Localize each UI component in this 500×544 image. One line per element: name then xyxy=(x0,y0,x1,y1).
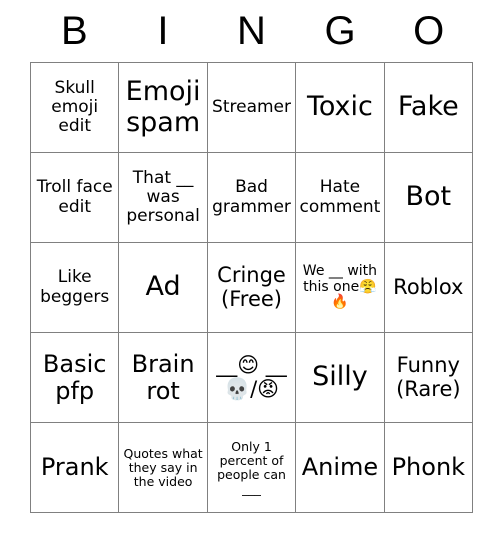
bingo-cell-b4-label: Basic pfp xyxy=(42,349,107,405)
bingo-cell-o5-label: Phonk xyxy=(391,453,466,482)
bingo-cell-i2-label: That __ was personal xyxy=(126,167,200,227)
bingo-cell-n4-label: __😊 __💀/😡 xyxy=(216,352,287,401)
bingo-cell-g2[interactable]: Hate comment xyxy=(296,153,385,243)
bingo-cell-n3-label: Cringe (Free) xyxy=(217,262,286,311)
bingo-cell-o2-label: Bot xyxy=(405,181,452,213)
bingo-cell-o3-label: Roblox xyxy=(393,274,464,299)
bingo-cell-g5-label: Anime xyxy=(301,453,379,482)
bingo-cell-b2[interactable]: Troll face edit xyxy=(31,153,120,243)
bingo-header-letter-g: G xyxy=(324,9,356,53)
bingo-grid: Skull emoji edit Emoji spam Streamer Tox… xyxy=(30,62,474,513)
bingo-cell-i3-label: Ad xyxy=(145,271,181,303)
bingo-row-4: Basic pfp Brain rot __😊 __💀/😡 Silly Funn… xyxy=(31,333,474,423)
bingo-header-letter-b: B xyxy=(60,9,88,53)
bingo-cell-i2[interactable]: That __ was personal xyxy=(119,153,208,243)
bingo-row-1: Skull emoji edit Emoji spam Streamer Tox… xyxy=(31,63,474,153)
bingo-cell-n2[interactable]: Bad grammer xyxy=(207,153,297,243)
bingo-cell-o2[interactable]: Bot xyxy=(384,153,474,243)
bingo-cell-i5-label: Quotes what they say in the video xyxy=(123,445,203,489)
bingo-cell-o1-label: Fake xyxy=(397,91,459,123)
bingo-cell-o4-label: Funny (Rare) xyxy=(396,352,461,401)
bingo-header-row: B I N G O xyxy=(30,0,473,62)
bingo-cell-n1[interactable]: Streamer xyxy=(207,63,297,153)
bingo-cell-n1-label: Streamer xyxy=(212,96,291,117)
bingo-cell-b5-label: Prank xyxy=(40,453,109,482)
bingo-cell-g5[interactable]: Anime xyxy=(296,423,385,513)
bingo-cell-o5[interactable]: Phonk xyxy=(384,423,474,513)
bingo-cell-o3[interactable]: Roblox xyxy=(384,243,474,333)
bingo-cell-g4[interactable]: Silly xyxy=(296,333,385,423)
bingo-cell-n4[interactable]: __😊 __💀/😡 xyxy=(207,333,297,423)
bingo-cell-n5[interactable]: Only 1 percent of people can ___ xyxy=(207,423,297,513)
bingo-cell-b4[interactable]: Basic pfp xyxy=(31,333,120,423)
bingo-cell-i5[interactable]: Quotes what they say in the video xyxy=(119,423,208,513)
bingo-header-letter-o: O xyxy=(413,9,445,53)
bingo-cell-g1[interactable]: Toxic xyxy=(296,63,385,153)
bingo-cell-g2-label: Hate comment xyxy=(299,177,381,217)
bingo-cell-g4-label: Silly xyxy=(312,361,368,393)
bingo-cell-n3[interactable]: Cringe (Free) xyxy=(207,243,297,333)
bingo-cell-g3-label: We __ with this one😤🔥 xyxy=(302,262,378,311)
bingo-cell-i1[interactable]: Emoji spam xyxy=(119,63,208,153)
bingo-cell-g1-label: Toxic xyxy=(306,91,373,123)
bingo-card: B I N G O Skull emoji edit Emoji spam St… xyxy=(0,0,500,544)
bingo-cell-i4-label: Brain rot xyxy=(131,349,195,405)
bingo-cell-n5-label: Only 1 percent of people can ___ xyxy=(217,438,286,496)
bingo-cell-b1-label: Skull emoji edit xyxy=(51,77,99,137)
bingo-cell-i1-label: Emoji spam xyxy=(125,76,201,138)
bingo-row-2: Troll face edit That __ was personal Bad… xyxy=(31,153,474,243)
bingo-cell-g3[interactable]: We __ with this one😤🔥 xyxy=(296,243,385,333)
bingo-header-letter-i: I xyxy=(157,9,169,53)
bingo-cell-n2-label: Bad grammer xyxy=(212,177,291,217)
bingo-header-letter-n: N xyxy=(237,9,266,53)
bingo-cell-o1[interactable]: Fake xyxy=(384,63,474,153)
bingo-cell-b1[interactable]: Skull emoji edit xyxy=(31,63,120,153)
bingo-cell-i3[interactable]: Ad xyxy=(119,243,208,333)
bingo-cell-b3-label: Like beggers xyxy=(40,267,110,307)
bingo-cell-b3[interactable]: Like beggers xyxy=(31,243,120,333)
bingo-cell-b5[interactable]: Prank xyxy=(31,423,120,513)
bingo-cell-b2-label: Troll face edit xyxy=(36,177,113,217)
bingo-row-5: Prank Quotes what they say in the video … xyxy=(31,423,474,513)
bingo-cell-i4[interactable]: Brain rot xyxy=(119,333,208,423)
bingo-row-3: Like beggers Ad Cringe (Free) We __ with… xyxy=(31,243,474,333)
bingo-cell-o4[interactable]: Funny (Rare) xyxy=(384,333,474,423)
